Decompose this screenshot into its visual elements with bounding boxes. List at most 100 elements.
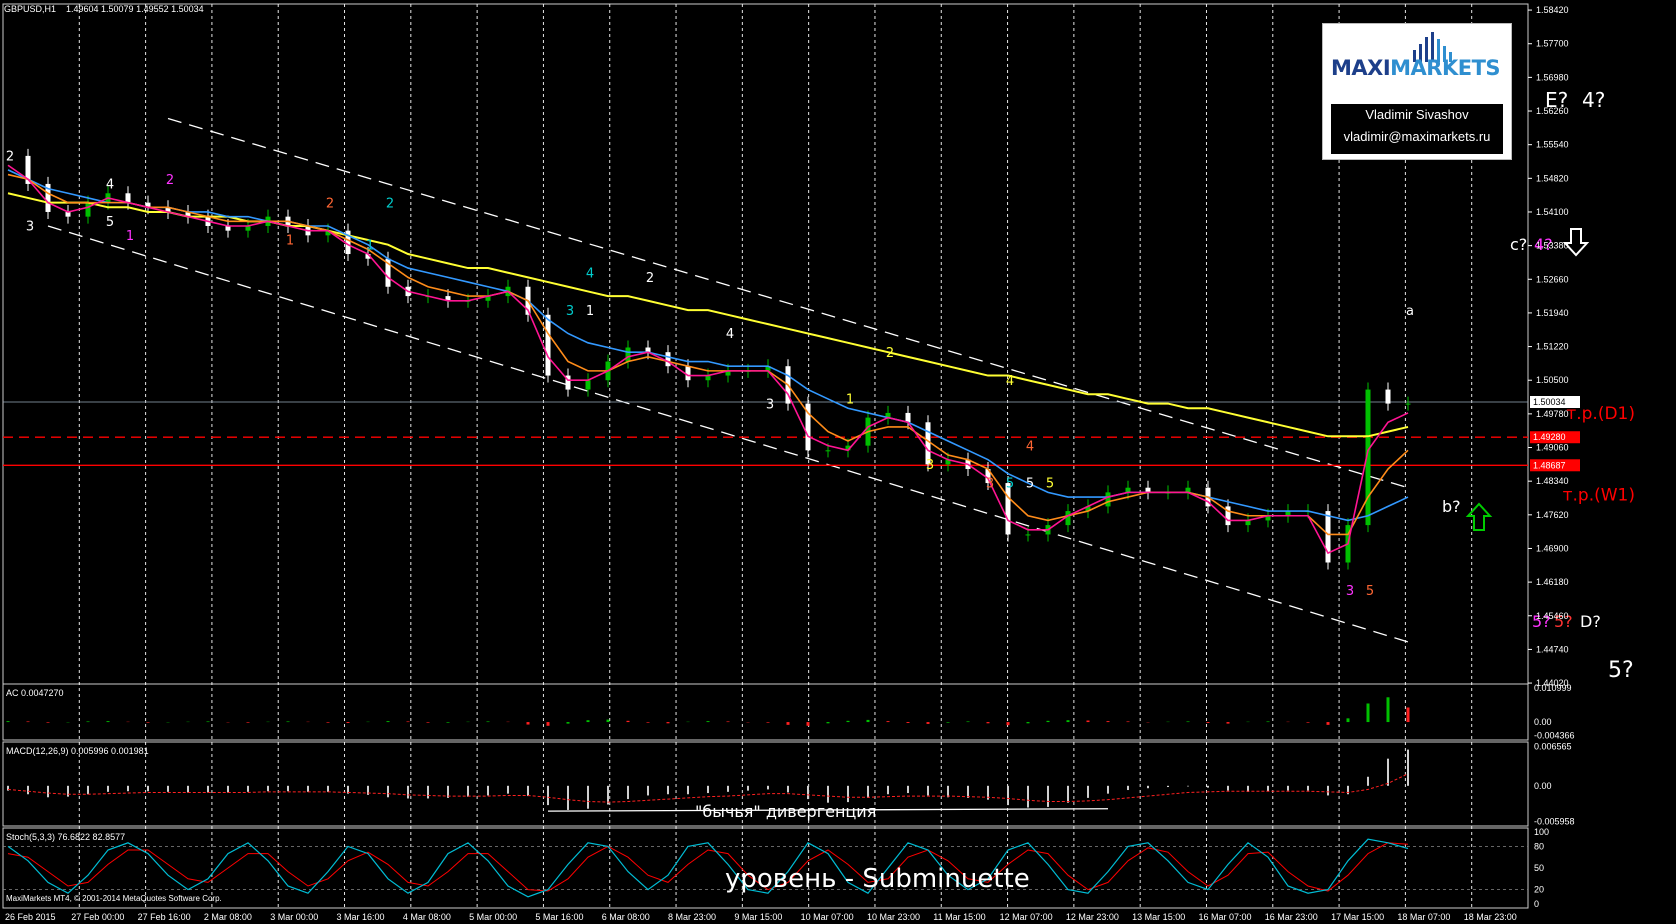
wave-label: 3 bbox=[1346, 584, 1354, 599]
wave-annotation: D? bbox=[1580, 612, 1601, 631]
wave-label: 3 bbox=[766, 397, 774, 412]
wave-label: 5 bbox=[1006, 477, 1014, 492]
brand-part-1: MAXI bbox=[1331, 56, 1391, 80]
candle-body bbox=[665, 352, 671, 367]
candle-body bbox=[585, 380, 591, 390]
wave-label: 4 bbox=[106, 178, 114, 193]
divergence-label: "бычья" дивергенция bbox=[695, 802, 876, 821]
author-block: Vladimir Sivashov vladimir@maximarkets.r… bbox=[1331, 104, 1503, 154]
x-tick-label: 3 Mar 00:00 bbox=[270, 912, 318, 922]
x-tick-label: 9 Mar 15:00 bbox=[734, 912, 782, 922]
candle-body bbox=[625, 347, 631, 362]
y-tick-label: 1.52660 bbox=[1536, 274, 1569, 284]
x-tick-label: 10 Mar 07:00 bbox=[801, 912, 854, 922]
x-tick-label: 16 Mar 07:00 bbox=[1198, 912, 1251, 922]
x-tick-label: 12 Mar 07:00 bbox=[1000, 912, 1053, 922]
candle-body bbox=[905, 412, 911, 423]
candle-body bbox=[1325, 511, 1331, 563]
y-tick-label: 1.46180 bbox=[1536, 577, 1569, 587]
y-tick-label: 1.58420 bbox=[1536, 5, 1569, 15]
y-tick-label: 1.56980 bbox=[1536, 72, 1569, 82]
stoch-scale-label: 80 bbox=[1534, 841, 1544, 851]
stoch-scale-label: 0 bbox=[1534, 899, 1539, 909]
candle-body bbox=[1065, 511, 1071, 526]
y-tick-label: 1.54100 bbox=[1536, 207, 1569, 217]
y-tick-label: 1.54820 bbox=[1536, 173, 1569, 183]
brand-part-2: MARKETS bbox=[1390, 56, 1501, 80]
wave-annotation: b? bbox=[1442, 497, 1461, 516]
y-tick-label: 1.56260 bbox=[1536, 106, 1569, 116]
y-tick-label: 1.44020 bbox=[1536, 678, 1569, 688]
wave-label: 3 bbox=[986, 477, 994, 492]
wave-label: 3 bbox=[926, 458, 934, 473]
wave-annotation: c? bbox=[1510, 235, 1527, 254]
macd-label: MACD(12,26,9) 0.005996 0.001981 bbox=[6, 746, 149, 756]
wave-label: 4 bbox=[586, 266, 594, 281]
wave-annotation: 5? bbox=[1608, 658, 1634, 683]
candle-body bbox=[1105, 492, 1111, 507]
author-email: vladimir@maximarkets.ru bbox=[1343, 129, 1491, 144]
wave-level-caption: уровень - Subminuette bbox=[725, 864, 1030, 894]
wave-label: 1 bbox=[286, 234, 294, 249]
ohlc-values: 1.49604 1.50079 1.49552 1.50034 bbox=[66, 4, 204, 14]
y-tick-label: 1.49060 bbox=[1536, 443, 1569, 453]
wave-label: 4 bbox=[1026, 439, 1034, 454]
x-tick-label: 3 Mar 16:00 bbox=[337, 912, 385, 922]
candle-body bbox=[125, 193, 131, 203]
wave-label: 1 bbox=[126, 229, 134, 244]
y-tick-label: 1.53380 bbox=[1536, 241, 1569, 251]
x-tick-label: 18 Mar 23:00 bbox=[1464, 912, 1517, 922]
x-tick-label: 27 Feb 16:00 bbox=[138, 912, 191, 922]
x-tick-label: 13 Mar 15:00 bbox=[1132, 912, 1185, 922]
candle-body bbox=[1385, 389, 1391, 404]
x-tick-label: 18 Mar 07:00 bbox=[1397, 912, 1450, 922]
wave-label: 2 bbox=[886, 346, 894, 361]
x-tick-label: 26 Feb 2015 bbox=[5, 912, 56, 922]
x-tick-label: 27 Feb 00:00 bbox=[71, 912, 124, 922]
x-tick-label: 5 Mar 00:00 bbox=[469, 912, 517, 922]
wave-label: 5 bbox=[1046, 477, 1054, 492]
candle-body bbox=[545, 314, 551, 376]
y-tick-label: 1.51220 bbox=[1536, 342, 1569, 352]
wave-label: 1 bbox=[366, 238, 374, 253]
wave-label: 1 bbox=[586, 304, 594, 319]
wave-label: 5 bbox=[1026, 477, 1034, 492]
copyright-text: MaxiMarkets MT4, © 2001-2014 MetaQuotes … bbox=[6, 894, 222, 903]
candle-body bbox=[85, 202, 91, 217]
ac-scale-label: 0.00 bbox=[1534, 717, 1552, 727]
wave-label: a bbox=[1406, 304, 1414, 319]
wave-label: 2 bbox=[6, 150, 14, 165]
level-label-1: т.р.(W1) bbox=[1563, 485, 1635, 505]
wave-label: 3 bbox=[26, 220, 34, 235]
wave-label: 2 bbox=[386, 196, 394, 211]
y-tick-label: 1.57700 bbox=[1536, 39, 1569, 49]
y-tick-label: 1.47620 bbox=[1536, 510, 1569, 520]
candle-body bbox=[1025, 534, 1031, 536]
wave-label: 4 bbox=[726, 327, 734, 342]
stoch-label: Stoch(5,3,3) 76.6822 82.8577 bbox=[6, 832, 125, 842]
x-tick-label: 2 Mar 08:00 bbox=[204, 912, 252, 922]
wave-label: 5 bbox=[1366, 584, 1374, 599]
macd-scale-label: 0.006565 bbox=[1534, 742, 1572, 752]
candle-body bbox=[1405, 403, 1411, 405]
x-tick-label: 10 Mar 23:00 bbox=[867, 912, 920, 922]
macd-scale-label: -0.005958 bbox=[1534, 816, 1575, 826]
brand-name: MAXIMARKETS bbox=[1331, 56, 1501, 80]
y-tick-label: 1.44740 bbox=[1536, 644, 1569, 654]
wave-label: 2 bbox=[646, 271, 654, 286]
y-tick-label: 1.50500 bbox=[1536, 375, 1569, 385]
x-tick-label: 16 Mar 23:00 bbox=[1265, 912, 1318, 922]
wave-label: 1 bbox=[846, 393, 854, 408]
candle-body bbox=[825, 450, 831, 452]
ac-scale-label: -0.004366 bbox=[1534, 730, 1575, 740]
ac-label: AC 0.0047270 bbox=[6, 688, 64, 698]
stoch-scale-label: 50 bbox=[1534, 863, 1544, 873]
wave-annotation: 4? bbox=[1582, 88, 1605, 112]
y-tick-label: 1.55540 bbox=[1536, 140, 1569, 150]
maximarkets-logo: MAXIMARKETS Vladimir Sivashov vladimir@m… bbox=[1322, 23, 1512, 160]
time-axis[interactable]: 26 Feb 2015 27 Feb 00:00 27 Feb 16:00 2 Mar… bbox=[5, 912, 1517, 922]
x-tick-label: 4 Mar 08:00 bbox=[403, 912, 451, 922]
x-tick-label: 17 Mar 15:00 bbox=[1331, 912, 1384, 922]
x-tick-label: 12 Mar 23:00 bbox=[1066, 912, 1119, 922]
wave-label: 3 bbox=[566, 304, 574, 319]
